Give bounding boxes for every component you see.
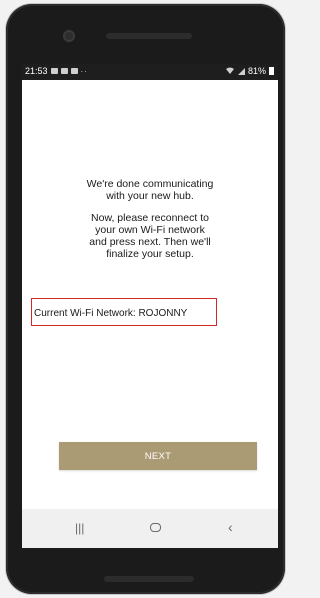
- done-message-text: We're done communicating with your new h…: [86, 178, 214, 202]
- reconnect-message: Now, please reconnect to your own Wi-Fi …: [22, 212, 278, 260]
- status-right: 81%: [225, 66, 274, 76]
- earpiece-speaker: [106, 33, 192, 39]
- message-icon: [60, 68, 68, 74]
- status-time: 21:53: [25, 66, 48, 76]
- mail-icon: [70, 68, 78, 74]
- home-button[interactable]: [150, 523, 161, 532]
- front-camera: [63, 30, 75, 42]
- signal-icon: [237, 67, 245, 75]
- next-button[interactable]: NEXT: [59, 442, 257, 470]
- gallery-icon: [50, 68, 58, 74]
- wifi-icon: [225, 67, 234, 74]
- status-bar: 21:53 ·· 81%: [22, 64, 278, 80]
- recent-apps-button[interactable]: |||: [75, 521, 84, 535]
- battery-percent: 81%: [247, 66, 266, 76]
- phone-frame: 21:53 ·· 81% We're done communicating wi…: [6, 4, 285, 594]
- bottom-speaker-grille: [104, 576, 194, 582]
- done-message: We're done communicating with your new h…: [22, 178, 278, 202]
- battery-icon: [269, 67, 274, 75]
- status-extra: ··: [80, 66, 88, 76]
- android-nav-bar: ||| ‹: [22, 509, 278, 548]
- phone-screen: 21:53 ·· 81% We're done communicating wi…: [22, 64, 278, 548]
- current-network-label: Current Wi-Fi Network: ROJONNY: [34, 308, 188, 319]
- back-button[interactable]: ‹: [228, 519, 233, 535]
- reconnect-message-text: Now, please reconnect to your own Wi-Fi …: [89, 212, 211, 260]
- status-left: 21:53 ··: [25, 66, 88, 76]
